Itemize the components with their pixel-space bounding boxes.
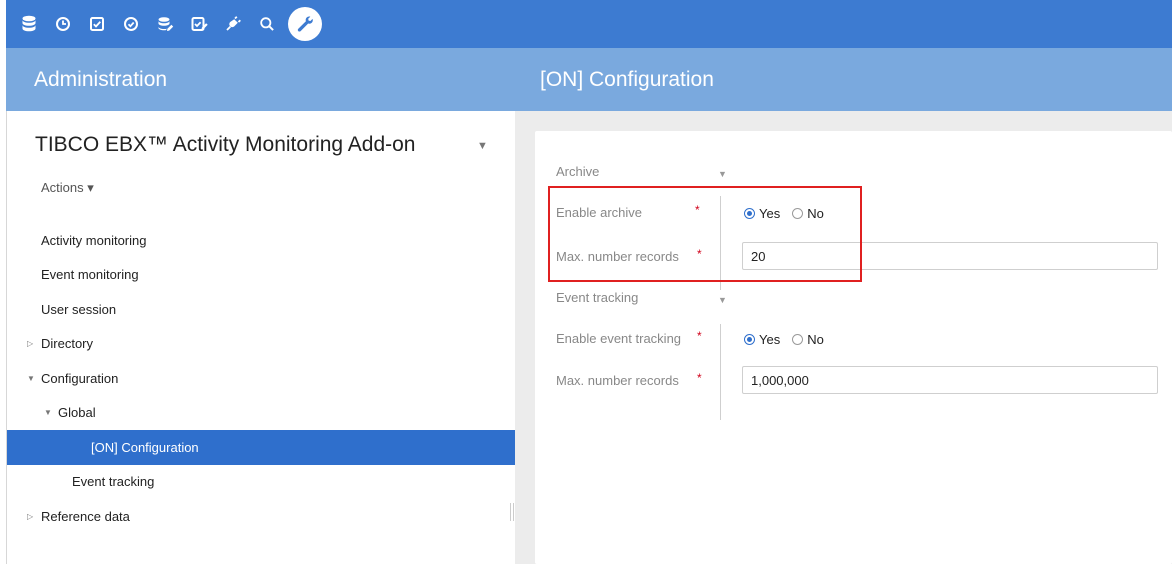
nav-item-user-session[interactable]: User session (7, 292, 516, 327)
event-tracking-section-label: Event tracking (556, 290, 639, 305)
expand-triangle-icon[interactable]: ▷ (27, 512, 41, 521)
field-divider (720, 324, 721, 420)
nav-item-activity-monitoring[interactable]: Activity monitoring (7, 223, 516, 258)
enable-event-tracking-label: Enable event tracking (556, 331, 682, 346)
collapse-triangle-icon[interactable]: ▼ (44, 408, 58, 417)
panel-resize-handle[interactable] (510, 503, 514, 521)
page-header: Administration [ON] Configuration (6, 48, 1172, 111)
nav-item-global[interactable]: ▼ Global (7, 396, 516, 431)
expand-triangle-icon[interactable]: ▷ (27, 339, 41, 348)
nav-item-on-configuration[interactable]: [ON] Configuration (7, 430, 516, 465)
nav-item-label: User session (41, 301, 117, 317)
plug-icon[interactable] (216, 7, 250, 41)
nav-item-directory[interactable]: ▷ Directory (7, 327, 516, 362)
clock-icon[interactable] (46, 7, 80, 41)
enable-event-tracking-no-radio[interactable] (792, 334, 804, 345)
task-check-icon[interactable] (182, 7, 216, 41)
nav-item-configuration[interactable]: ▼ Configuration (7, 361, 516, 396)
data-edit-icon[interactable] (148, 7, 182, 41)
event-max-records-input[interactable]: 1,000,000 (742, 366, 1158, 394)
required-marker: * (697, 329, 702, 343)
app-title: TIBCO EBX™ Activity Monitoring Add-on (35, 133, 416, 156)
nav-item-event-monitoring[interactable]: Event monitoring (7, 258, 516, 293)
nav-item-label: Activity monitoring (41, 232, 147, 248)
navigation-tree: Activity monitoring Event monitoring Use… (7, 223, 516, 534)
actions-menu[interactable]: Actions ▾ (41, 180, 94, 196)
highlight-box (548, 186, 862, 282)
event-max-records-label: Max. number records (556, 373, 679, 388)
nav-item-label: Global (58, 405, 96, 421)
archive-collapse-icon[interactable]: ▼ (718, 169, 727, 179)
required-marker: * (697, 371, 702, 385)
event-tracking-collapse-icon[interactable]: ▼ (718, 295, 727, 305)
radio-label-no: No (807, 332, 824, 347)
content-area: Archive ▼ Enable archive * Yes No Max. n… (515, 111, 1172, 564)
database-icon[interactable] (12, 7, 46, 41)
archive-section-label: Archive (556, 164, 600, 179)
collapse-triangle-icon[interactable]: ▼ (27, 374, 41, 383)
app-selector-caret-icon[interactable]: ▼ (477, 140, 488, 152)
nav-item-label: Directory (41, 336, 94, 352)
page-title: [ON] Configuration (540, 68, 714, 91)
nav-item-label: Event monitoring (41, 267, 139, 283)
enable-event-tracking-yes-radio[interactable] (744, 334, 755, 345)
nav-item-event-tracking[interactable]: Event tracking (7, 465, 516, 500)
nav-item-label: Reference data (41, 508, 130, 524)
search-icon[interactable] (250, 7, 284, 41)
enable-event-tracking-radio-group: Yes No (744, 332, 836, 347)
administration-title: Administration (34, 68, 168, 91)
wrench-icon[interactable] (288, 7, 322, 41)
nav-item-reference-data[interactable]: ▷ Reference data (7, 499, 516, 534)
checkbox-icon[interactable] (80, 7, 114, 41)
nav-item-label: [ON] Configuration (91, 439, 199, 455)
gauge-icon[interactable] (114, 7, 148, 41)
nav-item-label: Configuration (41, 370, 119, 386)
navigation-panel: TIBCO EBX™ Activity Monitoring Add-on ▼ … (6, 111, 516, 564)
nav-item-label: Event tracking (72, 474, 155, 490)
radio-label-yes: Yes (759, 332, 781, 347)
main-toolbar (6, 0, 1172, 48)
